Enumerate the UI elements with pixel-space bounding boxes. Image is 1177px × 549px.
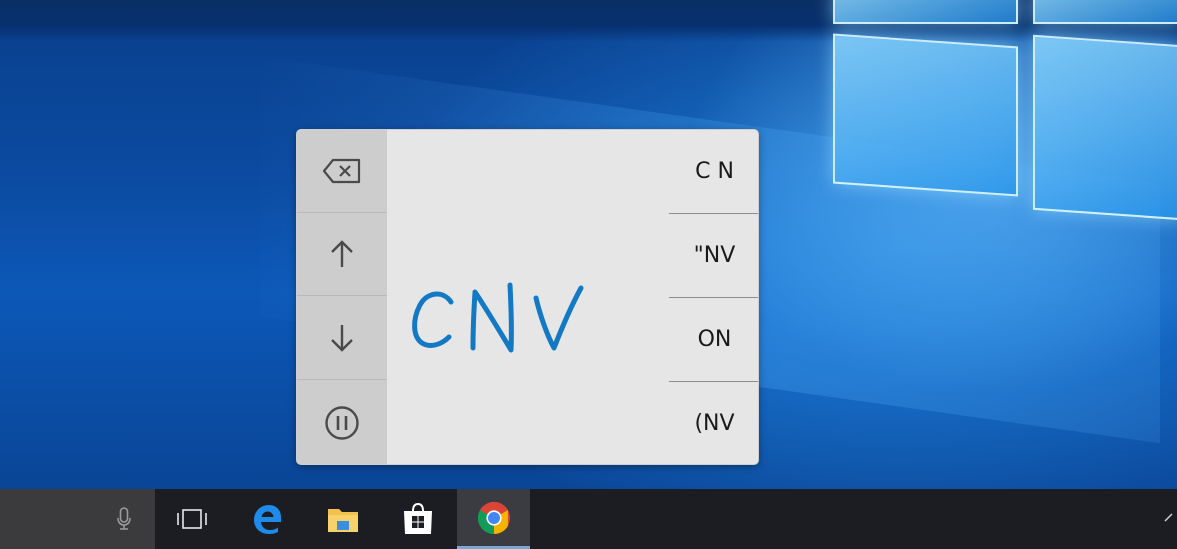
wallpaper-window-pane xyxy=(1033,34,1177,221)
store-button[interactable] xyxy=(381,489,454,549)
store-icon xyxy=(403,503,432,534)
wallpaper-window-pane xyxy=(833,33,1018,197)
ink-writing-area[interactable] xyxy=(387,130,669,464)
handwritten-ink xyxy=(412,282,584,353)
backspace-icon xyxy=(322,158,361,184)
suggestion-item[interactable]: (NV xyxy=(669,381,758,464)
wallpaper-window-pane xyxy=(833,0,1018,24)
edge-button[interactable] xyxy=(230,489,303,549)
arrow-up-icon xyxy=(331,240,353,267)
wallpaper-window-pane xyxy=(1033,0,1177,24)
chevron-up-icon[interactable] xyxy=(1163,511,1177,525)
search-box[interactable] xyxy=(0,489,155,549)
edge-icon xyxy=(253,505,281,534)
arrow-down-button[interactable] xyxy=(297,297,387,380)
microphone-icon[interactable] xyxy=(117,507,131,531)
handwriting-panel: C N "NV ON (NV xyxy=(296,129,759,465)
pause-button[interactable] xyxy=(297,381,387,464)
suggestion-item[interactable]: ON xyxy=(669,298,758,382)
chrome-button[interactable] xyxy=(457,489,530,549)
pause-icon xyxy=(325,405,359,440)
backspace-button[interactable] xyxy=(297,130,387,213)
task-view-button[interactable] xyxy=(155,489,228,549)
arrow-up-button[interactable] xyxy=(297,213,387,296)
folder-icon xyxy=(327,509,358,532)
arrow-down-icon xyxy=(331,325,353,352)
suggestion-item[interactable]: "NV xyxy=(669,214,758,298)
file-explorer-button[interactable] xyxy=(306,489,379,549)
task-view-icon xyxy=(176,509,207,529)
taskbar xyxy=(0,489,1177,549)
panel-left-column xyxy=(297,130,387,464)
suggestion-item[interactable]: C N xyxy=(669,130,758,214)
chrome-icon xyxy=(477,501,510,534)
